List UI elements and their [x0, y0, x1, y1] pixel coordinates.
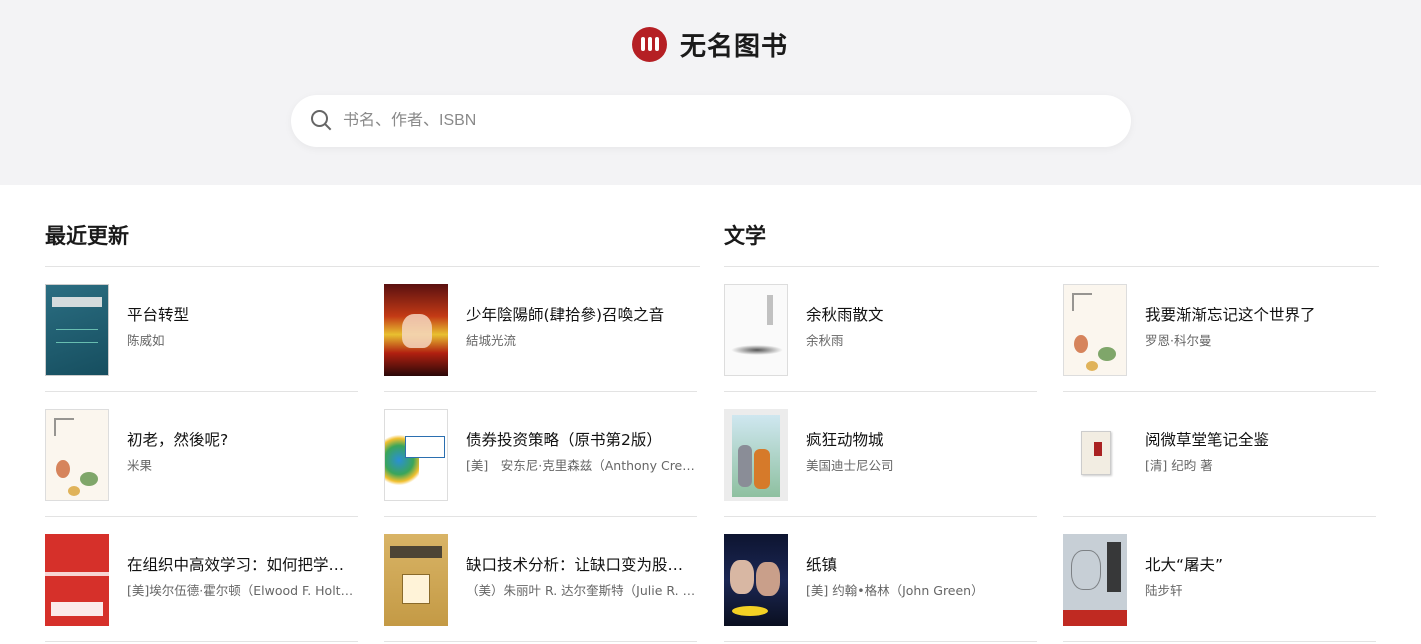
book-item[interactable]: 我要渐渐忘记这个世界了 罗恩·科尔曼: [1063, 267, 1376, 392]
book-item[interactable]: 平台转型 陈威如: [45, 267, 358, 392]
site-logo[interactable]: 无名图书: [632, 26, 788, 62]
search-icon[interactable]: [311, 110, 333, 132]
book-title[interactable]: 余秋雨散文: [806, 303, 1036, 325]
book-cover[interactable]: [724, 409, 788, 501]
search-bar[interactable]: [291, 95, 1131, 147]
book-cover[interactable]: [724, 284, 788, 376]
search-input[interactable]: [343, 112, 1103, 130]
site-header: 无名图书: [0, 0, 1421, 185]
book-author: 余秋雨: [806, 333, 844, 348]
book-author: [美] 安东尼·克里森兹（Anthony Crescenzi）: [466, 458, 696, 473]
book-author: 罗恩·科尔曼: [1145, 333, 1212, 348]
book-title[interactable]: 阅微草堂笔记全鉴: [1145, 428, 1375, 450]
book-cover[interactable]: [45, 284, 109, 376]
book-cover[interactable]: [384, 534, 448, 626]
book-author: 結城光流: [466, 333, 517, 348]
book-author: 陈威如: [127, 333, 165, 348]
book-title[interactable]: 在组织中高效学习：如何把学习转化为生产力: [127, 553, 357, 575]
book-cover[interactable]: [1063, 534, 1127, 626]
book-title[interactable]: 疯狂动物城: [806, 428, 1036, 450]
book-cover[interactable]: [45, 409, 109, 501]
book-author: [美]埃尔伍德·霍尔顿（Elwood F. Holton）: [127, 583, 357, 598]
book-cover[interactable]: [384, 409, 448, 501]
book-item[interactable]: 北大“屠夫” 陆步轩: [1063, 517, 1376, 642]
book-item[interactable]: 债券投资策略（原书第2版） [美] 安东尼·克里森兹（Anthony Cresc…: [384, 392, 697, 517]
books-logo-icon: [632, 26, 667, 62]
book-item[interactable]: 初老，然後呢? 米果: [45, 392, 358, 517]
section-literature: 文学 余秋雨散文 余秋雨 我要渐渐忘记这个世界了 罗恩·科尔曼 疯狂动物城 美国…: [724, 210, 1379, 642]
book-cover[interactable]: [724, 534, 788, 626]
book-item[interactable]: 余秋雨散文 余秋雨: [724, 267, 1037, 392]
book-cover[interactable]: [1063, 409, 1127, 501]
book-author: 米果: [127, 458, 153, 473]
book-title[interactable]: 初老，然後呢?: [127, 428, 357, 450]
book-item[interactable]: 纸镇 [美] 约翰•格林（John Green）: [724, 517, 1037, 642]
book-author: 陆步轩: [1145, 583, 1183, 598]
book-title[interactable]: 北大“屠夫”: [1145, 553, 1375, 575]
book-title[interactable]: 我要渐渐忘记这个世界了: [1145, 303, 1375, 325]
site-name: 无名图书: [680, 31, 789, 62]
book-author: （美）朱丽叶 R. 达尔奎斯特（Julie R. Dahlquist）: [466, 583, 696, 598]
book-item[interactable]: 在组织中高效学习：如何把学习转化为生产力 [美]埃尔伍德·霍尔顿（Elwood …: [45, 517, 358, 642]
book-item[interactable]: 阅微草堂笔记全鉴 [清] 纪昀 著: [1063, 392, 1376, 517]
book-cover[interactable]: [384, 284, 448, 376]
book-item[interactable]: 疯狂动物城 美国迪士尼公司: [724, 392, 1037, 517]
section-title: 最近更新: [45, 210, 700, 267]
book-cover[interactable]: [45, 534, 109, 626]
book-title[interactable]: 缺口技术分析：让缺口变为股市投资的利器: [466, 553, 696, 575]
book-item[interactable]: 缺口技术分析：让缺口变为股市投资的利器 （美）朱丽叶 R. 达尔奎斯特（Juli…: [384, 517, 697, 642]
book-author: [清] 纪昀 著: [1145, 458, 1213, 473]
book-title[interactable]: 少年陰陽師(肆拾參)召喚之音: [466, 303, 696, 325]
book-author: 美国迪士尼公司: [806, 458, 894, 473]
book-title[interactable]: 债券投资策略（原书第2版）: [466, 428, 696, 450]
section-title[interactable]: 文学: [724, 210, 1379, 267]
section-recent-updates: 最近更新 平台转型 陈威如 少年陰陽師(肆拾參)召喚之音 結城光流 初老，然後呢…: [45, 210, 700, 642]
book-cover[interactable]: [1063, 284, 1127, 376]
book-item[interactable]: 少年陰陽師(肆拾參)召喚之音 結城光流: [384, 267, 697, 392]
book-title[interactable]: 平台转型: [127, 303, 357, 325]
book-title[interactable]: 纸镇: [806, 553, 1036, 575]
book-author: [美] 约翰•格林（John Green）: [806, 583, 984, 598]
